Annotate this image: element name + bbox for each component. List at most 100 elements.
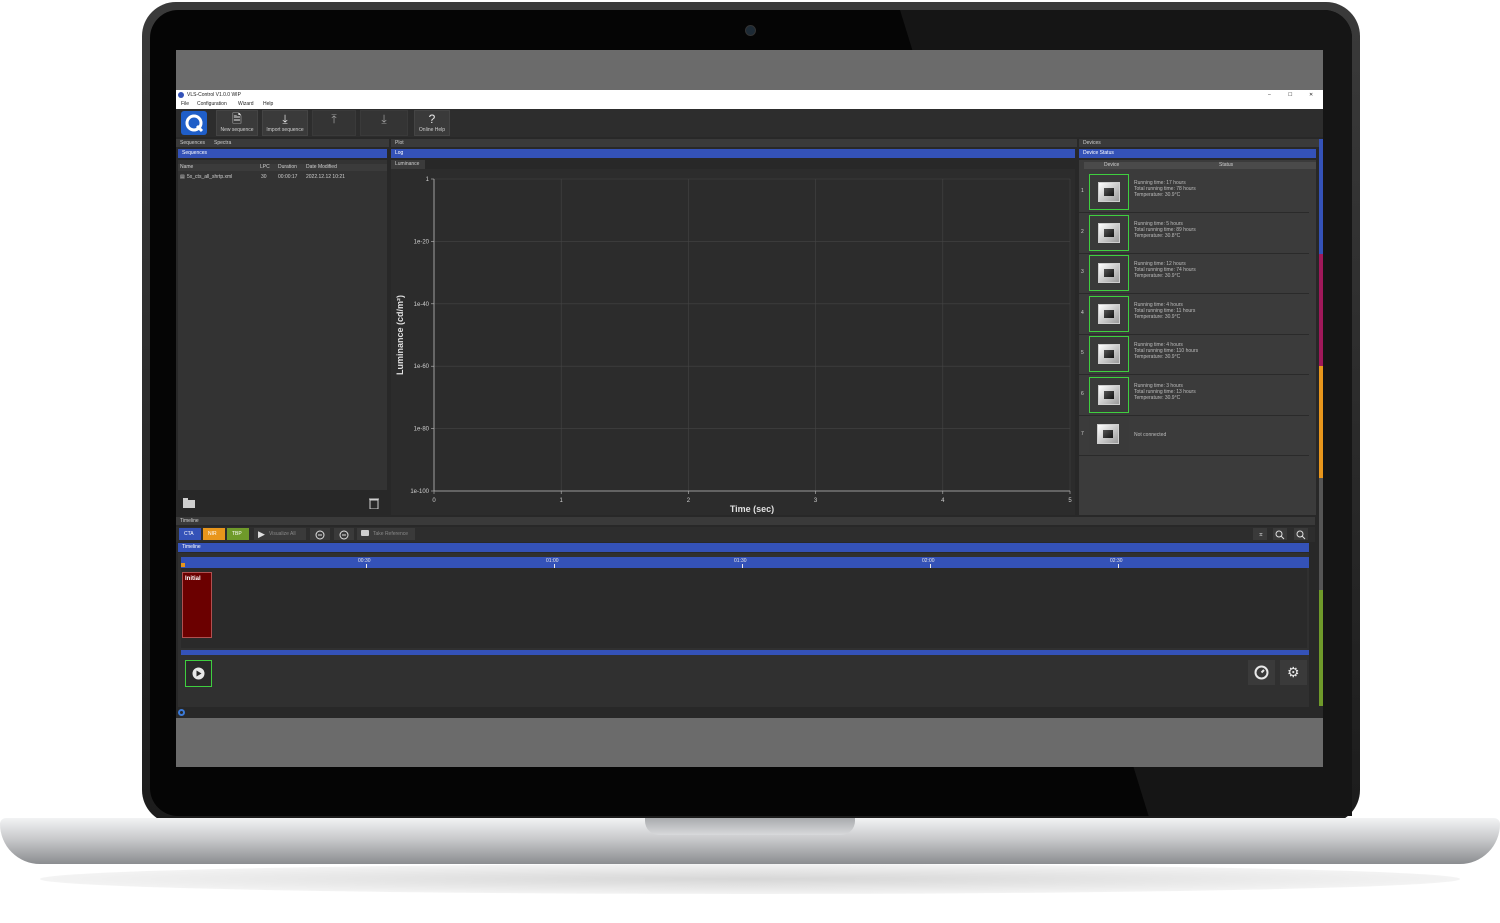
menu-wizard[interactable]: Wizard xyxy=(238,102,254,107)
y-tick-label: 1e-40 xyxy=(414,302,430,308)
device-icon xyxy=(1098,384,1120,405)
device-row[interactable]: 5 Running time: 4 hours Total running time… xyxy=(1079,334,1309,375)
device-thumbnail[interactable] xyxy=(1089,376,1129,413)
tab-sequences[interactable]: Sequences xyxy=(180,141,205,146)
device-icon xyxy=(1098,182,1120,202)
laptop-notch xyxy=(645,818,855,835)
device-thumbnail[interactable] xyxy=(1089,295,1129,332)
subtab-luminance[interactable]: Luminance xyxy=(391,160,425,169)
maximize-button[interactable]: ☐ xyxy=(1288,93,1292,98)
timeline-track[interactable]: Initial xyxy=(181,568,1307,648)
device-thumbnail[interactable] xyxy=(1089,336,1129,372)
device-status-line: Temperature: 30.9°C xyxy=(1134,394,1181,401)
device-thumbnail[interactable] xyxy=(1089,174,1129,210)
settings-button[interactable]: ⚙ xyxy=(1280,660,1307,685)
history-button[interactable] xyxy=(1248,660,1275,685)
zoom-out-alt-button[interactable] xyxy=(334,528,354,540)
device-row[interactable]: 2 Running time: 5 hours Total running time… xyxy=(1079,213,1309,254)
device-row[interactable]: 4 Running time: 4 hours Total running time… xyxy=(1079,294,1309,335)
x-tick-label: 1 xyxy=(560,498,564,504)
col-status[interactable]: Status xyxy=(1219,163,1233,168)
visualize-all-button[interactable]: ▶ Visualize All xyxy=(254,528,306,540)
zoom-in-button[interactable] xyxy=(1273,528,1287,540)
plot-panel: Plot Log Luminance 0 1 2 3 4 5 1 1e-20 1e-40 1e-6… xyxy=(391,139,1077,515)
pin-button[interactable]: ⌅ xyxy=(1253,528,1267,540)
export-button[interactable]: ⤒ xyxy=(312,110,356,136)
app-logo xyxy=(181,111,207,135)
device-thumbnail[interactable] xyxy=(1089,255,1129,291)
playhead-marker[interactable] xyxy=(181,563,185,567)
zoom-out-button[interactable] xyxy=(310,528,330,540)
ruler-tick-label: 02:30 xyxy=(1110,558,1123,564)
open-folder-button[interactable] xyxy=(182,496,196,508)
online-help-button[interactable]: ? Online Help xyxy=(414,110,450,136)
device-thumbnail[interactable] xyxy=(1089,417,1129,453)
devices-panel: Devices Device Status Device Status 1 Run… xyxy=(1079,139,1319,515)
play-circle-icon xyxy=(192,667,205,680)
minimize-button[interactable]: – xyxy=(1268,93,1271,98)
luminance-chart: 0 1 2 3 4 5 1 1e-20 1e-40 1e-60 1e-80 1e-100 Time (s… xyxy=(395,177,1072,514)
new-sequence-label: New sequence xyxy=(220,127,254,133)
delete-sequence-button[interactable] xyxy=(368,496,380,510)
device-row[interactable]: 1 Running time: 17 hours Total running tim… xyxy=(1079,172,1309,213)
ruler-tick-label: 00:30 xyxy=(358,558,371,564)
timeline-scrollbar[interactable] xyxy=(181,650,1309,655)
sequences-panel: Sequences Spectra Sequences Name LPC Dur… xyxy=(176,139,389,515)
run-button[interactable] xyxy=(185,660,212,687)
export-icon: ⤒ xyxy=(331,112,337,126)
y-tick-label: 1e-100 xyxy=(410,489,429,495)
col-duration[interactable]: Duration xyxy=(278,165,297,170)
col-date-modified[interactable]: Date Modified xyxy=(306,165,337,170)
timeline-ruler[interactable]: 00:30 01:00 01:30 02:00 02:30 xyxy=(181,557,1309,568)
mode-tbp-label: TBP xyxy=(232,531,242,537)
menu-file[interactable]: File xyxy=(181,102,189,107)
device-index: 6 xyxy=(1081,390,1084,397)
mode-tbp-button[interactable]: TBP xyxy=(227,528,249,540)
col-name[interactable]: Name xyxy=(180,165,193,170)
device-status-text: Not connected xyxy=(1134,432,1166,438)
tab-devices[interactable]: Devices xyxy=(1083,141,1101,146)
device-row[interactable]: 3 Running time: 12 hours Total running tim… xyxy=(1079,253,1309,294)
y-tick-label: 1e-80 xyxy=(414,427,430,433)
side-strip-gray xyxy=(1319,478,1323,590)
device-icon xyxy=(1098,263,1120,283)
device-icon xyxy=(1098,344,1120,364)
device-status-text: Running time: 4 hours Total running time:… xyxy=(1134,342,1198,360)
device-row[interactable]: 7 Not connected xyxy=(1079,415,1309,456)
device-thumbnail[interactable] xyxy=(1089,214,1129,251)
file-icon: ▤ xyxy=(180,174,185,180)
title-bar: VLS-Control V1.0.0 WIP – ☐ ✕ xyxy=(176,90,1323,101)
import-sequence-button[interactable]: ⤓ Import sequence xyxy=(262,110,308,136)
mode-cta-button[interactable]: CTA xyxy=(179,528,201,540)
mode-cta-label: CTA xyxy=(184,531,194,537)
save-button[interactable]: ⤓ xyxy=(360,110,408,136)
y-tick-label: 1 xyxy=(426,177,430,183)
new-sequence-icon: 🗎 xyxy=(232,112,242,126)
initial-block[interactable]: Initial xyxy=(182,572,212,638)
menu-configuration[interactable]: Configuration xyxy=(197,102,227,107)
device-index: 1 xyxy=(1081,188,1084,194)
new-sequence-button[interactable]: 🗎 New sequence xyxy=(216,110,258,136)
tab-spectra[interactable]: Spectra xyxy=(214,141,231,146)
gear-icon: ⚙ xyxy=(1287,664,1300,680)
tab-plot[interactable]: Plot xyxy=(395,141,404,146)
device-index: 3 xyxy=(1081,269,1084,275)
import-sequence-label: Import sequence xyxy=(266,127,304,133)
search-icon xyxy=(1275,530,1285,540)
side-strip-magenta xyxy=(1319,254,1323,366)
device-row[interactable]: 6 Running time: 3 hours Total running time… xyxy=(1079,375,1309,416)
tab-timeline[interactable]: Timeline xyxy=(180,519,199,524)
plot-header: Log xyxy=(391,149,1075,158)
app-window: VLS-Control V1.0.0 WIP – ☐ ✕ File Config… xyxy=(176,90,1323,718)
zoom-reset-button[interactable] xyxy=(1294,528,1308,540)
window-title: VLS-Control V1.0.0 WIP xyxy=(187,92,241,98)
device-status-text: Running time: 17 hours Total running time… xyxy=(1134,180,1196,198)
col-lpc[interactable]: LPC xyxy=(260,165,270,170)
close-button[interactable]: ✕ xyxy=(1309,93,1313,98)
table-row[interactable]: ▤ 5x_cts_all_shrtp.xml 30 00:00:17 2022.… xyxy=(178,174,387,181)
col-device[interactable]: Device xyxy=(1104,163,1119,168)
take-reference-button[interactable]: Take Reference xyxy=(357,528,415,540)
mode-nir-button[interactable]: NIR xyxy=(203,528,225,540)
menu-help[interactable]: Help xyxy=(263,102,273,107)
device-status-line: Temperature: 30.8°C xyxy=(1134,232,1181,239)
